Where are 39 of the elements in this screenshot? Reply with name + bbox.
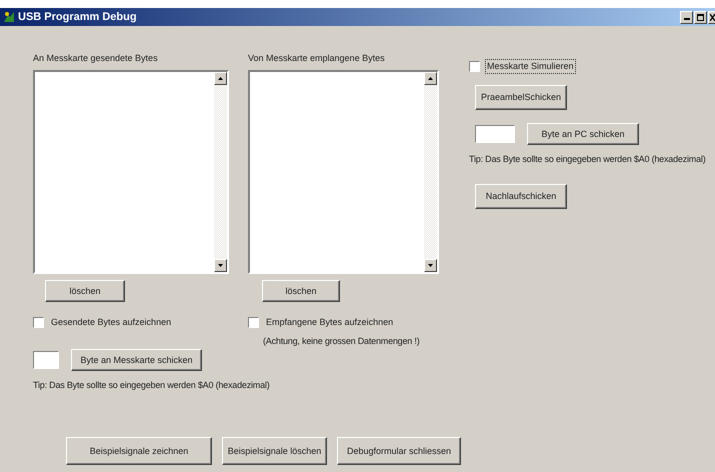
tip-text: Tip: Das Byte sollte so eingegeben werden $A0 (hexadezimal) <box>33 379 270 392</box>
maximize-button[interactable] <box>694 10 707 24</box>
scroll-down-button[interactable] <box>424 259 437 272</box>
byte-input[interactable] <box>475 125 515 143</box>
send-byte-button[interactable]: Byte an PC schicken <box>527 123 639 145</box>
checkbox[interactable] <box>469 61 480 72</box>
up-arrow-icon <box>218 77 223 80</box>
byte-input[interactable] <box>33 351 59 369</box>
checkbox-label[interactable]: Empfangene Bytes aufzeichnen <box>265 316 394 329</box>
checkbox-label[interactable]: Messkarte Simulieren <box>486 60 575 73</box>
scroll-down-button[interactable] <box>214 259 227 272</box>
list-label: Von Messkarte emplangene Bytes <box>248 52 386 64</box>
scroll-up-button[interactable] <box>214 72 227 85</box>
preamble-button[interactable]: PraeambelSchicken <box>475 85 567 110</box>
action-button[interactable]: Beispielsignale zeichnen <box>66 437 212 465</box>
clear-button[interactable]: löschen <box>262 280 340 302</box>
list-label: An Messkarte gesendete Bytes <box>33 52 159 64</box>
clear-button[interactable]: löschen <box>45 280 125 302</box>
up-arrow-icon <box>428 77 433 80</box>
list-box[interactable] <box>33 70 229 274</box>
scroll-up-button[interactable] <box>424 72 437 85</box>
send-byte-button[interactable]: Byte an Messkarte schicken <box>71 349 202 371</box>
tip-text: Tip: Das Byte sollte so eingegeben werden $A0 (hexadezimal) <box>469 153 706 166</box>
window-title: USB Programm Debug <box>18 10 138 24</box>
close-icon <box>710 14 714 20</box>
app-icon <box>3 11 15 23</box>
minimize-button[interactable] <box>680 10 693 24</box>
list-box[interactable] <box>248 70 439 274</box>
checkbox[interactable] <box>248 317 259 328</box>
down-arrow-icon <box>428 264 433 267</box>
down-arrow-icon <box>218 264 223 267</box>
checkbox[interactable] <box>33 317 44 328</box>
checkbox-label[interactable]: Gesendete Bytes aufzeichnen <box>50 316 172 329</box>
maximize-icon <box>697 14 704 20</box>
action-button[interactable]: Beispielsignale löschen <box>222 437 327 465</box>
close-button[interactable] <box>708 10 715 24</box>
trailer-button[interactable]: Nachlaufschicken <box>475 184 567 209</box>
note-text: (Achtung, keine grossen Datenmengen !) <box>263 335 420 348</box>
action-button[interactable]: Debugformular schliessen <box>337 437 461 465</box>
